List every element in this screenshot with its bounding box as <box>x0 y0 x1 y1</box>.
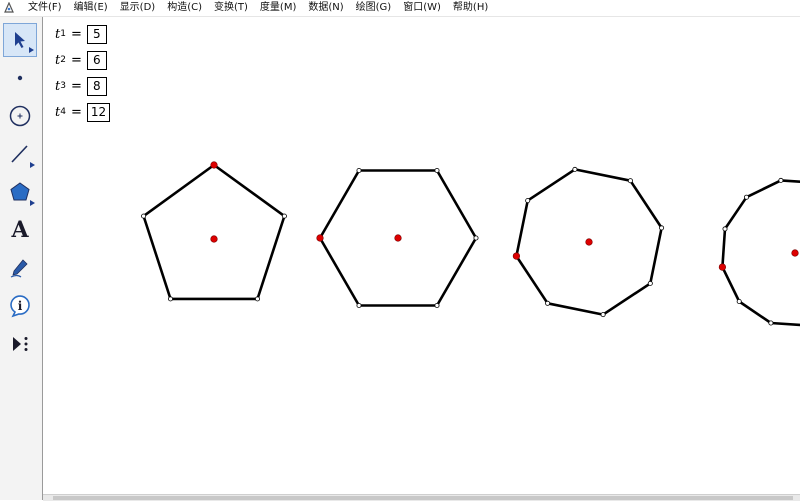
scrollbar-thumb[interactable] <box>53 496 793 500</box>
regular-polygon-12[interactable] <box>718 177 800 327</box>
vertex-point[interactable] <box>627 178 633 184</box>
polygon-icon <box>10 182 30 201</box>
start-point[interactable] <box>512 252 521 260</box>
point-icon <box>17 75 23 81</box>
center-point[interactable] <box>394 234 402 242</box>
menu-display[interactable]: 显示(D) <box>114 0 162 16</box>
vertex-point[interactable] <box>647 280 653 286</box>
information-glyph: i <box>18 299 23 313</box>
point-tool-button[interactable] <box>3 61 37 95</box>
menu-measure[interactable]: 度量(M) <box>254 0 302 16</box>
polygon-edges[interactable] <box>721 179 800 327</box>
menu-construct[interactable]: 构造(C) <box>161 0 208 16</box>
vertex-point[interactable] <box>736 298 742 304</box>
start-point[interactable] <box>718 263 727 271</box>
vertex-point[interactable] <box>434 167 440 173</box>
vertex-point[interactable] <box>356 302 362 308</box>
marker-tool-button[interactable] <box>3 251 37 285</box>
vertex-point[interactable] <box>572 166 578 172</box>
compass-circle-icon <box>9 105 31 127</box>
vertex-point[interactable] <box>434 302 440 308</box>
vertex-point[interactable] <box>744 194 750 200</box>
vertex-point[interactable] <box>722 226 728 232</box>
vertex-point[interactable] <box>525 198 531 204</box>
text-tool-icon: A <box>11 217 29 243</box>
toolbox: A i <box>0 17 43 500</box>
submenu-arrow-icon <box>30 162 35 168</box>
menu-bar: 文件(F) 编辑(E) 显示(D) 构造(C) 变换(T) 度量(M) 数据(N… <box>0 0 800 17</box>
menu-transform[interactable]: 变换(T) <box>208 0 254 16</box>
marker-pen-icon <box>10 259 28 278</box>
vertex-point[interactable] <box>473 235 479 241</box>
submenu-arrow-icon <box>30 200 35 206</box>
arrow-tool-button[interactable] <box>3 23 37 57</box>
sketch-canvas[interactable]: t1 = 5 t2 = 6 t3 = 8 t4 = 12 <box>43 17 800 500</box>
regular-polygon-8[interactable] <box>512 166 665 318</box>
start-point[interactable] <box>316 234 324 242</box>
menu-window[interactable]: 窗口(W) <box>397 0 447 16</box>
custom-tool-button[interactable] <box>3 327 37 361</box>
vertex-point[interactable] <box>778 177 784 183</box>
menu-graph[interactable]: 绘图(G) <box>350 0 398 16</box>
menu-edit[interactable]: 编辑(E) <box>68 0 114 16</box>
vertex-point[interactable] <box>168 296 174 302</box>
start-point[interactable] <box>210 161 218 169</box>
submenu-arrow-icon <box>29 47 34 53</box>
menu-file[interactable]: 文件(F) <box>22 0 68 16</box>
menu-data[interactable]: 数据(N) <box>302 0 349 16</box>
vertex-point[interactable] <box>356 167 362 173</box>
text-tool-button[interactable]: A <box>3 213 37 247</box>
vertex-point[interactable] <box>545 300 551 306</box>
center-point[interactable] <box>791 249 799 257</box>
custom-tools-icon <box>13 337 28 351</box>
polygon-edges[interactable] <box>142 163 286 301</box>
center-point[interactable] <box>585 238 593 246</box>
information-icon: i <box>10 295 30 318</box>
line-segment-icon <box>11 145 28 163</box>
center-point[interactable] <box>210 235 218 243</box>
vertex-point[interactable] <box>768 320 774 326</box>
vertex-point[interactable] <box>281 213 287 219</box>
information-tool-button[interactable]: i <box>3 289 37 323</box>
vertex-point[interactable] <box>600 312 606 318</box>
regular-polygon-5[interactable] <box>141 161 287 302</box>
compass-tool-button[interactable] <box>3 99 37 133</box>
vertex-point[interactable] <box>141 213 147 219</box>
vertex-point[interactable] <box>254 296 260 302</box>
app-icon[interactable] <box>4 2 16 14</box>
straightedge-tool-button[interactable] <box>3 137 37 171</box>
polygon-tool-button[interactable] <box>3 175 37 209</box>
regular-polygon-6[interactable] <box>316 167 479 308</box>
vertex-point[interactable] <box>659 225 665 231</box>
menu-help[interactable]: 帮助(H) <box>447 0 494 16</box>
arrow-icon <box>15 32 25 48</box>
geometry-drawing[interactable] <box>43 17 800 500</box>
